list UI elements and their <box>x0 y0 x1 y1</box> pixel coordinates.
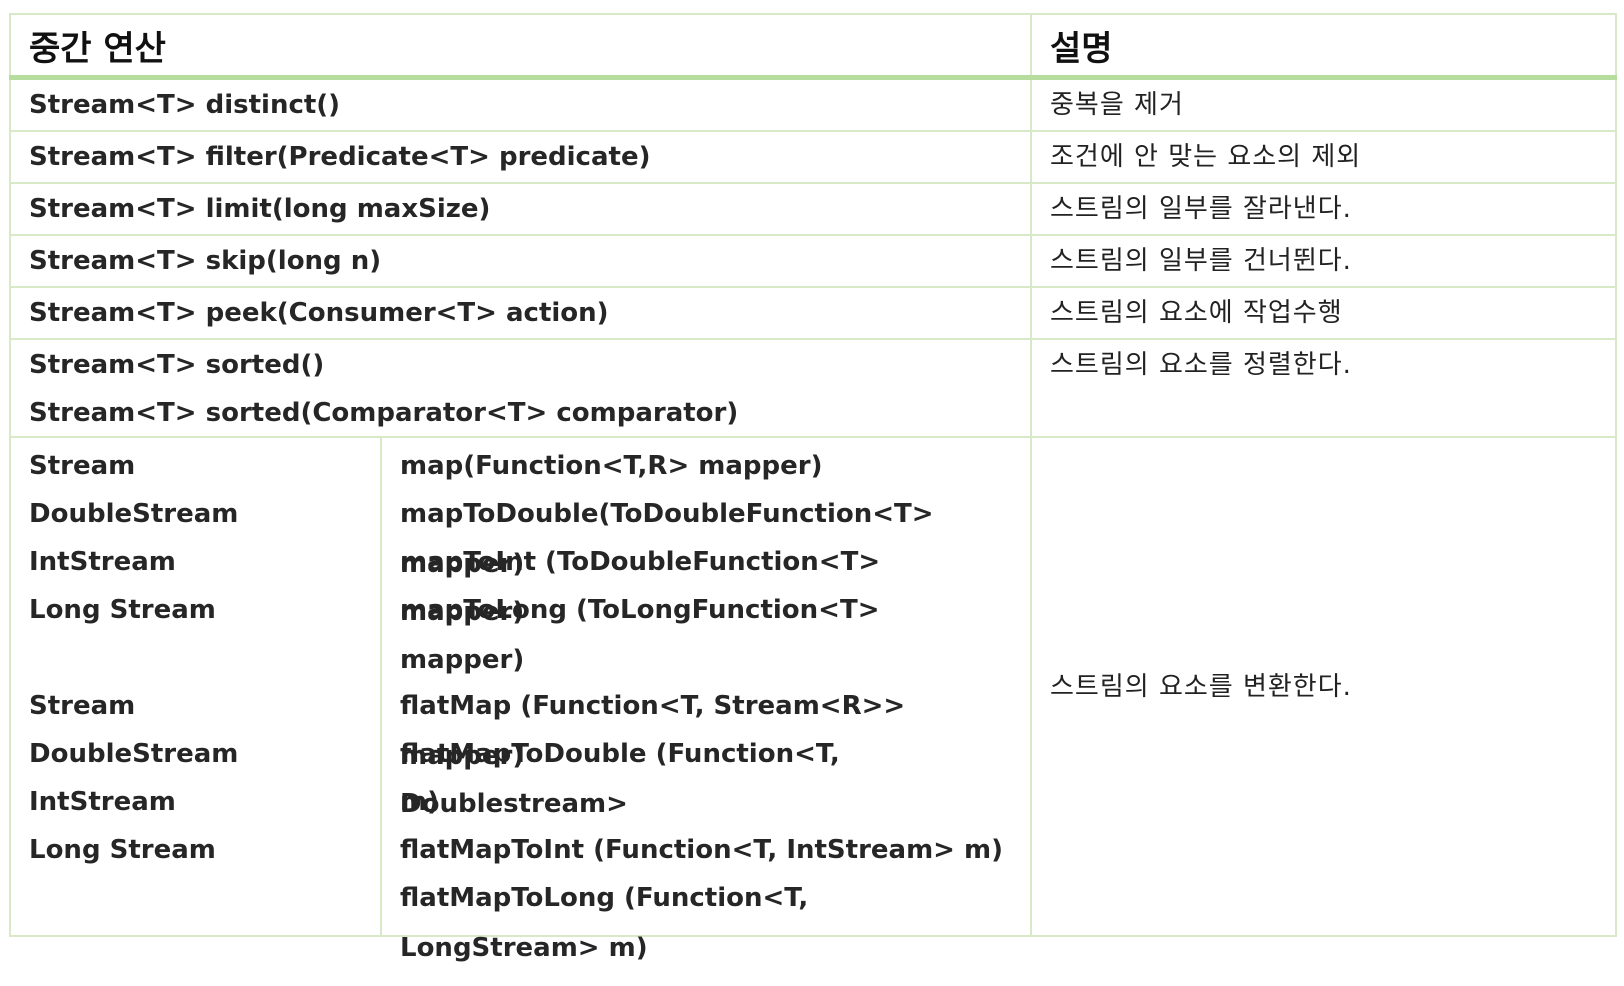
description-cell: 스트림의 요소를 정렬한다. <box>1030 338 1617 438</box>
sorted-op: Stream<T> sorted(Comparator<T> comparato… <box>29 398 739 428</box>
description-cell: 스트림의 일부를 건너뛴다. <box>1030 234 1617 288</box>
map-method: flatMapToInt (Function<T, IntStream> m) <box>400 835 1003 865</box>
description-cell: 조건에 안 맞는 요소의 제외 <box>1030 130 1617 184</box>
header-description: 설명 <box>1030 13 1617 80</box>
table-row: Stream<T> skip(long n) 스트림의 일부를 건너뛴다. <box>9 234 1617 288</box>
table-row-map: Stream DoubleStream IntStream Long Strea… <box>9 436 1617 963</box>
stream-type-cell: Stream DoubleStream IntStream Long Strea… <box>9 436 382 937</box>
operation-cell: Stream<T> peek(Consumer<T> action) <box>9 286 1032 340</box>
table-row: Stream<T> limit(long maxSize) 스트림의 일부를 잘… <box>9 182 1617 236</box>
table-row: Stream<T> filter(Predicate<T> predicate)… <box>9 130 1617 184</box>
map-method: mapToDouble(ToDoubleFunction<T> mapper) <box>400 499 934 579</box>
stream-type: IntStream <box>29 787 176 817</box>
description-cell: 스트림의 요소에 작업수행 <box>1030 286 1617 340</box>
intermediate-operations-table: 중간 연산 설명 Stream<T> distinct() 중복을 제거 Str… <box>9 13 1617 963</box>
operation-cell: Stream<T> filter(Predicate<T> predicate) <box>9 130 1032 184</box>
map-method: mapToLong (ToLongFunction<T> mapper) <box>400 595 880 675</box>
description-cell: 스트림의 요소를 변환한다. <box>1030 436 1617 937</box>
map-method: flatMapToLong (Function<T, LongStream> m… <box>400 883 809 963</box>
table-row-sorted: Stream<T> sorted() Stream<T> sorted(Comp… <box>9 338 1617 438</box>
stream-type: DoubleStream <box>29 499 239 529</box>
stream-type: IntStream <box>29 547 176 577</box>
map-method: map(Function<T,R> mapper) <box>400 451 823 481</box>
sorted-op: Stream<T> sorted() <box>29 350 325 380</box>
table-row: Stream<T> distinct() 중복을 제거 <box>9 76 1617 132</box>
stream-type: DoubleStream <box>29 739 239 769</box>
map-method: flatMap (Function<T, Stream<R>> mapper) <box>400 691 906 771</box>
operation-cell: Stream<T> limit(long maxSize) <box>9 182 1032 236</box>
table-row: Stream<T> peek(Consumer<T> action) 스트림의 … <box>9 286 1617 340</box>
header-operation: 중간 연산 <box>9 13 1032 80</box>
stream-type: Stream <box>29 691 136 721</box>
operation-cell: Stream<T> sorted() Stream<T> sorted(Comp… <box>9 338 1032 438</box>
operation-cell: Stream<T> skip(long n) <box>9 234 1032 288</box>
map-method: mapToInt (ToDoubleFunction<T> mapper) <box>400 547 881 627</box>
table-header-row: 중간 연산 설명 <box>9 13 1617 80</box>
stream-type: Stream <box>29 451 136 481</box>
description-cell: 중복을 제거 <box>1030 76 1617 132</box>
description-cell: 스트림의 일부를 잘라낸다. <box>1030 182 1617 236</box>
map-method: flatMapToDouble (Function<T, Doublestrea… <box>400 739 840 819</box>
stream-type: Long Stream <box>29 835 216 865</box>
stream-type: Long Stream <box>29 595 216 625</box>
operation-cell: Stream<T> distinct() <box>9 76 1032 132</box>
map-method-cell: map(Function<T,R> mapper) mapToDouble(To… <box>380 436 1032 963</box>
